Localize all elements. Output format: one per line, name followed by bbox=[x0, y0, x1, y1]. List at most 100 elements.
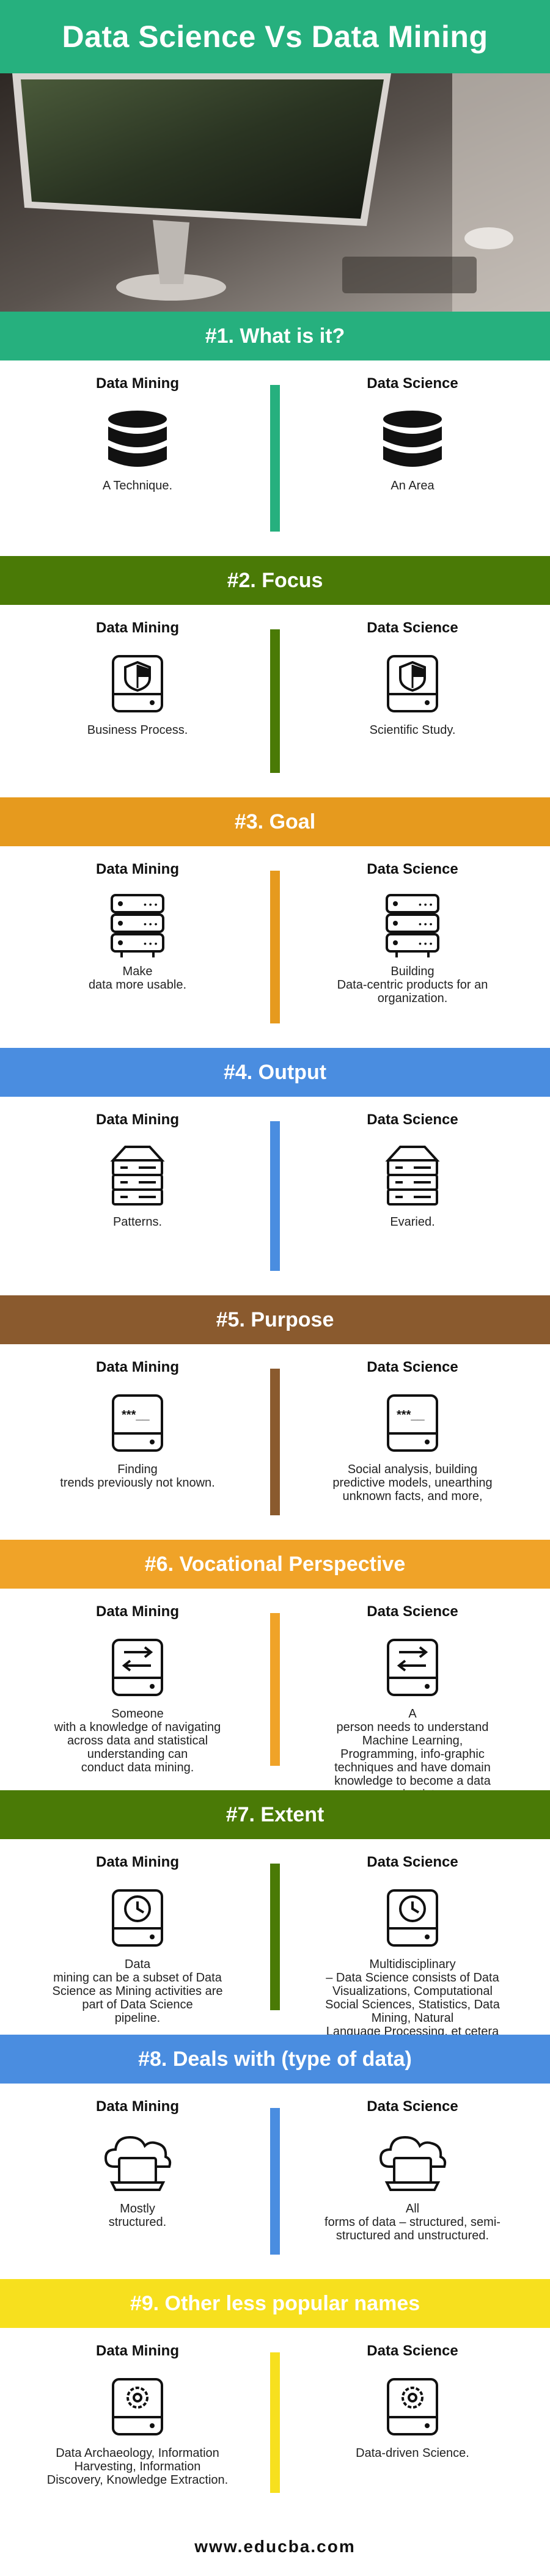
column-divider bbox=[270, 1369, 280, 1515]
section-1: #1. What is it? Data Mining A Technique. Da… bbox=[0, 312, 550, 556]
section-heading: #6. Vocational Perspective bbox=[144, 1552, 406, 1576]
column-label: Data Science bbox=[367, 861, 458, 877]
column-divider bbox=[270, 2108, 280, 2255]
column-label: Data Science bbox=[367, 620, 458, 636]
section-heading: #8. Deals with (type of data) bbox=[138, 2047, 412, 2071]
section-4: #4. Output Data Mining Patterns. Data Scien… bbox=[0, 1048, 550, 1295]
page-title: Data Science Vs Data Mining bbox=[62, 20, 488, 54]
data-science-column: Data Science Scientific Study. bbox=[275, 605, 550, 737]
data-mining-column: Data Mining A Technique. bbox=[0, 360, 275, 492]
cloud-laptop-icon bbox=[104, 2135, 172, 2191]
section-9: #9. Other less popular names Data Mining D… bbox=[0, 2279, 550, 2517]
column-label: Data Mining bbox=[96, 1111, 179, 1128]
server-rack-icon: • • • • • • • • • bbox=[386, 894, 439, 957]
svg-text:***__: ***__ bbox=[122, 1408, 150, 1422]
svg-text:• • •: • • • bbox=[144, 899, 158, 909]
column-divider bbox=[270, 871, 280, 1023]
password-drive-icon: ***__ bbox=[112, 1394, 163, 1452]
database-icon bbox=[383, 411, 442, 467]
column-label: Data Science bbox=[367, 1111, 458, 1128]
svg-text:• • •: • • • bbox=[419, 899, 433, 909]
section-header: #7. Extent bbox=[0, 1790, 550, 1839]
server-stack-icon bbox=[385, 1146, 440, 1206]
column-text: A Technique. bbox=[102, 479, 173, 492]
data-science-column: Data Science An Area bbox=[275, 360, 550, 492]
section-heading: #9. Other less popular names bbox=[130, 2291, 420, 2315]
svg-text:***__: ***__ bbox=[397, 1408, 425, 1422]
data-mining-column: Data Mining Patterns. bbox=[0, 1097, 275, 1229]
column-divider bbox=[270, 1864, 280, 2010]
section-header: #5. Purpose bbox=[0, 1295, 550, 1344]
section-heading: #2. Focus bbox=[227, 568, 323, 592]
column-divider bbox=[270, 1121, 280, 1271]
column-text: Scientific Study. bbox=[369, 723, 456, 737]
column-text: Data Archaeology, Information Harvesting… bbox=[46, 2446, 229, 2487]
svg-text:• • •: • • • bbox=[419, 939, 433, 948]
data-mining-column: Data Mining Data mining can be a subset o… bbox=[0, 1839, 275, 2025]
column-text: Multidisciplinary – Data Science consist… bbox=[325, 1958, 500, 2038]
column-label: Data Science bbox=[367, 2343, 458, 2359]
column-label: Data Mining bbox=[96, 620, 179, 636]
hero-image bbox=[0, 73, 550, 312]
column-divider bbox=[270, 1613, 280, 1766]
data-science-column: Data Science All forms of data – structur… bbox=[275, 2084, 550, 2242]
column-text: Someone with a knowledge of navigating a… bbox=[54, 1707, 221, 1774]
column-text: Mostly structured. bbox=[108, 2202, 167, 2229]
column-label: Data Mining bbox=[96, 1854, 179, 1870]
column-text: Finding trends previously not known. bbox=[60, 1463, 215, 1490]
column-label: Data Mining bbox=[96, 1359, 179, 1375]
column-label: Data Mining bbox=[96, 1603, 179, 1620]
clock-drive-icon bbox=[112, 1889, 163, 1947]
shield-drive-icon bbox=[112, 655, 163, 712]
data-mining-column: Data Mining Someone with a knowledge of n… bbox=[0, 1589, 275, 1774]
section-header: #9. Other less popular names bbox=[0, 2279, 550, 2328]
section-6: #6. Vocational Perspective Data Mining Som… bbox=[0, 1540, 550, 1801]
server-rack-icon: • • • • • • • • • bbox=[111, 894, 164, 957]
column-label: Data Mining bbox=[96, 2098, 179, 2115]
data-science-column: Data Science ***__ Social analysis, buildi… bbox=[275, 1344, 550, 1503]
column-divider bbox=[270, 2352, 280, 2493]
column-label: Data Science bbox=[367, 1359, 458, 1375]
section-header: #4. Output bbox=[0, 1048, 550, 1097]
transfer-drive-icon bbox=[112, 1639, 163, 1696]
column-label: Data Science bbox=[367, 375, 458, 392]
section-7: #7. Extent Data Mining Data mining can be … bbox=[0, 1790, 550, 2038]
password-drive-icon: ***__ bbox=[387, 1394, 438, 1452]
section-header: #3. Goal bbox=[0, 797, 550, 846]
database-icon bbox=[108, 411, 167, 467]
column-text: Data mining can be a subset of Data Scie… bbox=[52, 1958, 223, 2025]
section-heading: #3. Goal bbox=[234, 810, 316, 833]
shield-drive-icon bbox=[387, 655, 438, 712]
section-header: #8. Deals with (type of data) bbox=[0, 2035, 550, 2084]
column-text: Patterns. bbox=[112, 1215, 163, 1229]
column-label: Data Mining bbox=[96, 2343, 179, 2359]
data-mining-column: Data Mining ***__ Finding trends previousl… bbox=[0, 1344, 275, 1490]
column-text: Business Process. bbox=[87, 723, 188, 737]
data-science-column: Data Science Multidisciplinary – Data Sci… bbox=[275, 1839, 550, 2038]
svg-text:• • •: • • • bbox=[144, 939, 158, 948]
footer: www.educba.com bbox=[0, 2517, 550, 2576]
column-text: Building Data-centric products for an or… bbox=[337, 965, 488, 1005]
server-stack-icon bbox=[110, 1146, 165, 1206]
cloud-laptop-icon bbox=[379, 2135, 447, 2191]
data-mining-column: Data Mining Data Archaeology, Information… bbox=[0, 2328, 275, 2487]
column-label: Data Science bbox=[367, 1603, 458, 1620]
computer-desk-photo bbox=[0, 73, 550, 312]
data-mining-column: Data Mining • • • • • • • • • Make data more… bbox=[0, 846, 275, 992]
section-heading: #4. Output bbox=[223, 1060, 327, 1084]
column-text: All forms of data – structured, semi- st… bbox=[324, 2202, 501, 2242]
column-label: Data Science bbox=[367, 1854, 458, 1870]
column-divider bbox=[270, 629, 280, 773]
column-text: Social analysis, building predictive mod… bbox=[332, 1463, 493, 1503]
column-text: Make data more usable. bbox=[88, 965, 187, 992]
section-3: #3. Goal Data Mining • • • • • • • • • Make d… bbox=[0, 797, 550, 1048]
section-2: #2. Focus Data Mining Business Process. Dat… bbox=[0, 556, 550, 797]
column-text: Data-driven Science. bbox=[356, 2446, 469, 2460]
transfer-drive-icon bbox=[387, 1639, 438, 1696]
section-heading: #7. Extent bbox=[226, 1802, 324, 1826]
data-science-column: Data Science A person needs to understand… bbox=[275, 1589, 550, 1801]
section-5: #5. Purpose Data Mining ***__ Finding trend… bbox=[0, 1295, 550, 1540]
column-text: A person needs to understand Machine Lea… bbox=[334, 1707, 491, 1801]
section-heading: #5. Purpose bbox=[216, 1308, 334, 1331]
data-science-column: Data Science Data-driven Science. bbox=[275, 2328, 550, 2460]
